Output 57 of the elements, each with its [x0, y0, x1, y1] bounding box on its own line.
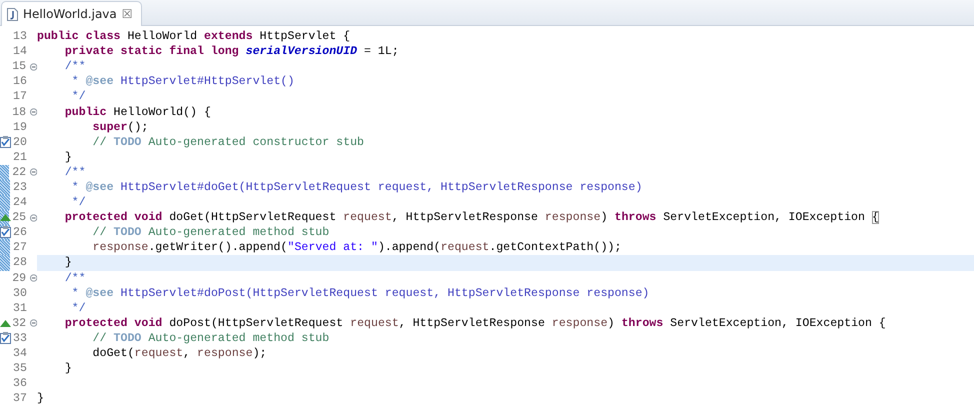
- code-line: super();: [92, 120, 148, 134]
- line-number: 22: [11, 166, 28, 179]
- code-line: /**: [64, 272, 86, 285]
- code-line: /**: [64, 166, 86, 179]
- code-line: protected void doPost(HttpServletRequest request, HttpServletResponse response) throws ServletException, IOException {: [64, 316, 886, 330]
- editor-tab[interactable]: HelloWorld.java ☒: [1, 1, 142, 26]
- line-number: 13: [12, 30, 28, 44]
- code-line: public class HelloWorld extends HttpServlet {: [37, 30, 350, 44]
- code-line: // TODO Auto-generated method stub: [92, 332, 330, 345]
- line-number: 21: [12, 150, 28, 164]
- code-line: */: [70, 196, 86, 210]
- collapse-icon[interactable]: [30, 108, 37, 116]
- line-number: 16: [12, 75, 28, 88]
- code-line: public HelloWorld() {: [64, 106, 211, 119]
- collapse-icon[interactable]: [30, 62, 37, 71]
- line-number: 30: [12, 286, 28, 300]
- line-number: 32: [11, 316, 28, 330]
- code-line: */: [70, 302, 86, 315]
- line-number: 27: [12, 241, 28, 254]
- line-number: 23: [12, 180, 28, 194]
- code-line: }: [64, 150, 72, 164]
- code-line: }: [64, 362, 72, 376]
- code-line: }: [64, 256, 72, 270]
- collapse-icon[interactable]: [30, 274, 37, 282]
- code-line: }: [37, 392, 44, 406]
- line-number: 18: [11, 106, 28, 119]
- line-number: 29: [11, 272, 28, 285]
- line-number: 19: [12, 120, 28, 134]
- line-number: 31: [12, 302, 28, 315]
- line-number: 26: [12, 226, 28, 240]
- collapse-icon[interactable]: [30, 319, 37, 328]
- line-number: 20: [12, 136, 28, 149]
- code-line: doGet(request, response);: [92, 347, 267, 360]
- line-number: 24: [12, 196, 28, 210]
- code-line: /**: [64, 60, 86, 74]
- line-number: 33: [12, 332, 28, 345]
- line-number: 14: [12, 45, 28, 58]
- line-number: 35: [12, 362, 28, 376]
- close-icon[interactable]: ☒: [122, 7, 133, 21]
- code-line: * @see HttpServlet#HttpServlet(): [70, 75, 294, 88]
- line-number: 28: [12, 256, 28, 270]
- java-file-icon: [7, 8, 18, 20]
- line-number: 15: [11, 60, 28, 74]
- line-number: 36: [12, 377, 28, 390]
- code-line: * @see HttpServlet#doGet(HttpServletRequest request, HttpServletResponse response): [70, 180, 642, 194]
- code-line: private static final long serialVersionUID = 1L;: [64, 45, 399, 58]
- line-number: 37: [12, 392, 28, 406]
- code-line: // TODO Auto-generated constructor stub: [92, 136, 364, 149]
- collapse-icon[interactable]: [30, 214, 37, 222]
- line-number: 17: [12, 90, 28, 104]
- collapse-icon[interactable]: [30, 168, 37, 176]
- code-line: response.getWriter().append("Served at: ").append(request.getContextPath());: [92, 241, 622, 254]
- line-number: 25: [11, 211, 28, 224]
- code-line: * @see HttpServlet#doPost(HttpServletRequest request, HttpServletResponse response): [70, 286, 650, 300]
- line-number: 34: [12, 347, 28, 360]
- code-line: // TODO Auto-generated method stub: [92, 226, 330, 240]
- code-line: */: [70, 90, 86, 104]
